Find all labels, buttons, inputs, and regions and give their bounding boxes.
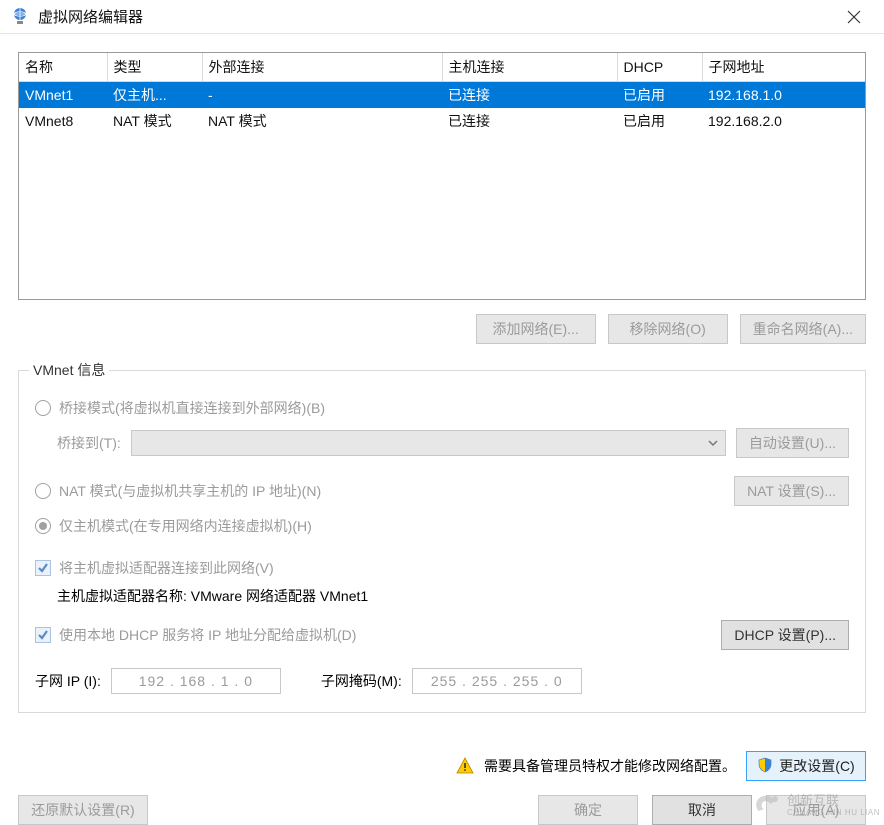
checkbox-connect-adapter[interactable] <box>35 560 51 576</box>
warning-icon <box>456 757 474 775</box>
radio-nat-label: NAT 模式(与虚拟机共享主机的 IP 地址)(N) <box>59 481 321 501</box>
table-header-row: 名称 类型 外部连接 主机连接 DHCP 子网地址 <box>19 53 865 82</box>
subnet-mask-field[interactable]: 255 . 255 . 255 . 0 <box>412 668 582 694</box>
app-icon <box>10 7 30 27</box>
rename-network-button[interactable]: 重命名网络(A)... <box>740 314 866 344</box>
radio-bridge-label: 桥接模式(将虚拟机直接连接到外部网络)(B) <box>59 398 325 418</box>
checkbox-connect-label: 将主机虚拟适配器连接到此网络(V) <box>59 558 274 578</box>
window-title: 虚拟网络编辑器 <box>38 6 143 27</box>
remove-network-button[interactable]: 移除网络(O) <box>608 314 728 344</box>
header-external[interactable]: 外部连接 <box>202 53 442 82</box>
subnet-mask-label: 子网掩码(M): <box>321 671 402 691</box>
table-row[interactable]: VMnet1仅主机...-已连接已启用192.168.1.0 <box>19 82 865 109</box>
shield-icon <box>757 757 773 776</box>
add-network-button[interactable]: 添加网络(E)... <box>476 314 596 344</box>
header-type[interactable]: 类型 <box>107 53 202 82</box>
change-settings-button[interactable]: 更改设置(C) <box>746 751 866 781</box>
bridge-to-select[interactable] <box>131 430 726 456</box>
radio-nat[interactable] <box>35 483 51 499</box>
nat-settings-button[interactable]: NAT 设置(S)... <box>734 476 849 506</box>
dhcp-settings-button[interactable]: DHCP 设置(P)... <box>721 620 849 650</box>
vmnet-info-group: VMnet 信息 桥接模式(将虚拟机直接连接到外部网络)(B) 桥接到(T): … <box>18 360 866 713</box>
watermark: 创新互联 CHUANG XIN HU LIAN <box>753 790 880 817</box>
chevron-down-icon <box>707 437 719 449</box>
checkbox-dhcp[interactable] <box>35 627 51 643</box>
table-row[interactable]: VMnet8NAT 模式NAT 模式已连接已启用192.168.2.0 <box>19 108 865 134</box>
radio-bridge[interactable] <box>35 400 51 416</box>
bridge-to-label: 桥接到(T): <box>57 433 121 453</box>
radio-hostonly-label: 仅主机模式(在专用网络内连接虚拟机)(H) <box>59 516 312 536</box>
radio-hostonly[interactable] <box>35 518 51 534</box>
close-button[interactable] <box>834 2 874 32</box>
adapter-name-text: 主机虚拟适配器名称: VMware 网络适配器 VMnet1 <box>57 586 849 606</box>
titlebar: 虚拟网络编辑器 <box>0 0 884 34</box>
checkbox-dhcp-label: 使用本地 DHCP 服务将 IP 地址分配给虚拟机(D) <box>59 625 356 645</box>
header-dhcp[interactable]: DHCP <box>617 53 702 82</box>
auto-settings-button[interactable]: 自动设置(U)... <box>736 428 849 458</box>
header-name[interactable]: 名称 <box>19 53 107 82</box>
header-subnet[interactable]: 子网地址 <box>702 53 865 82</box>
network-table[interactable]: 名称 类型 外部连接 主机连接 DHCP 子网地址 VMnet1仅主机...-已… <box>18 52 866 300</box>
header-host[interactable]: 主机连接 <box>442 53 617 82</box>
subnet-ip-field[interactable]: 192 . 168 . 1 . 0 <box>111 668 281 694</box>
subnet-ip-label: 子网 IP (I): <box>35 671 101 691</box>
vmnet-legend: VMnet 信息 <box>29 360 109 380</box>
admin-note-text: 需要具备管理员特权才能修改网络配置。 <box>484 756 736 776</box>
